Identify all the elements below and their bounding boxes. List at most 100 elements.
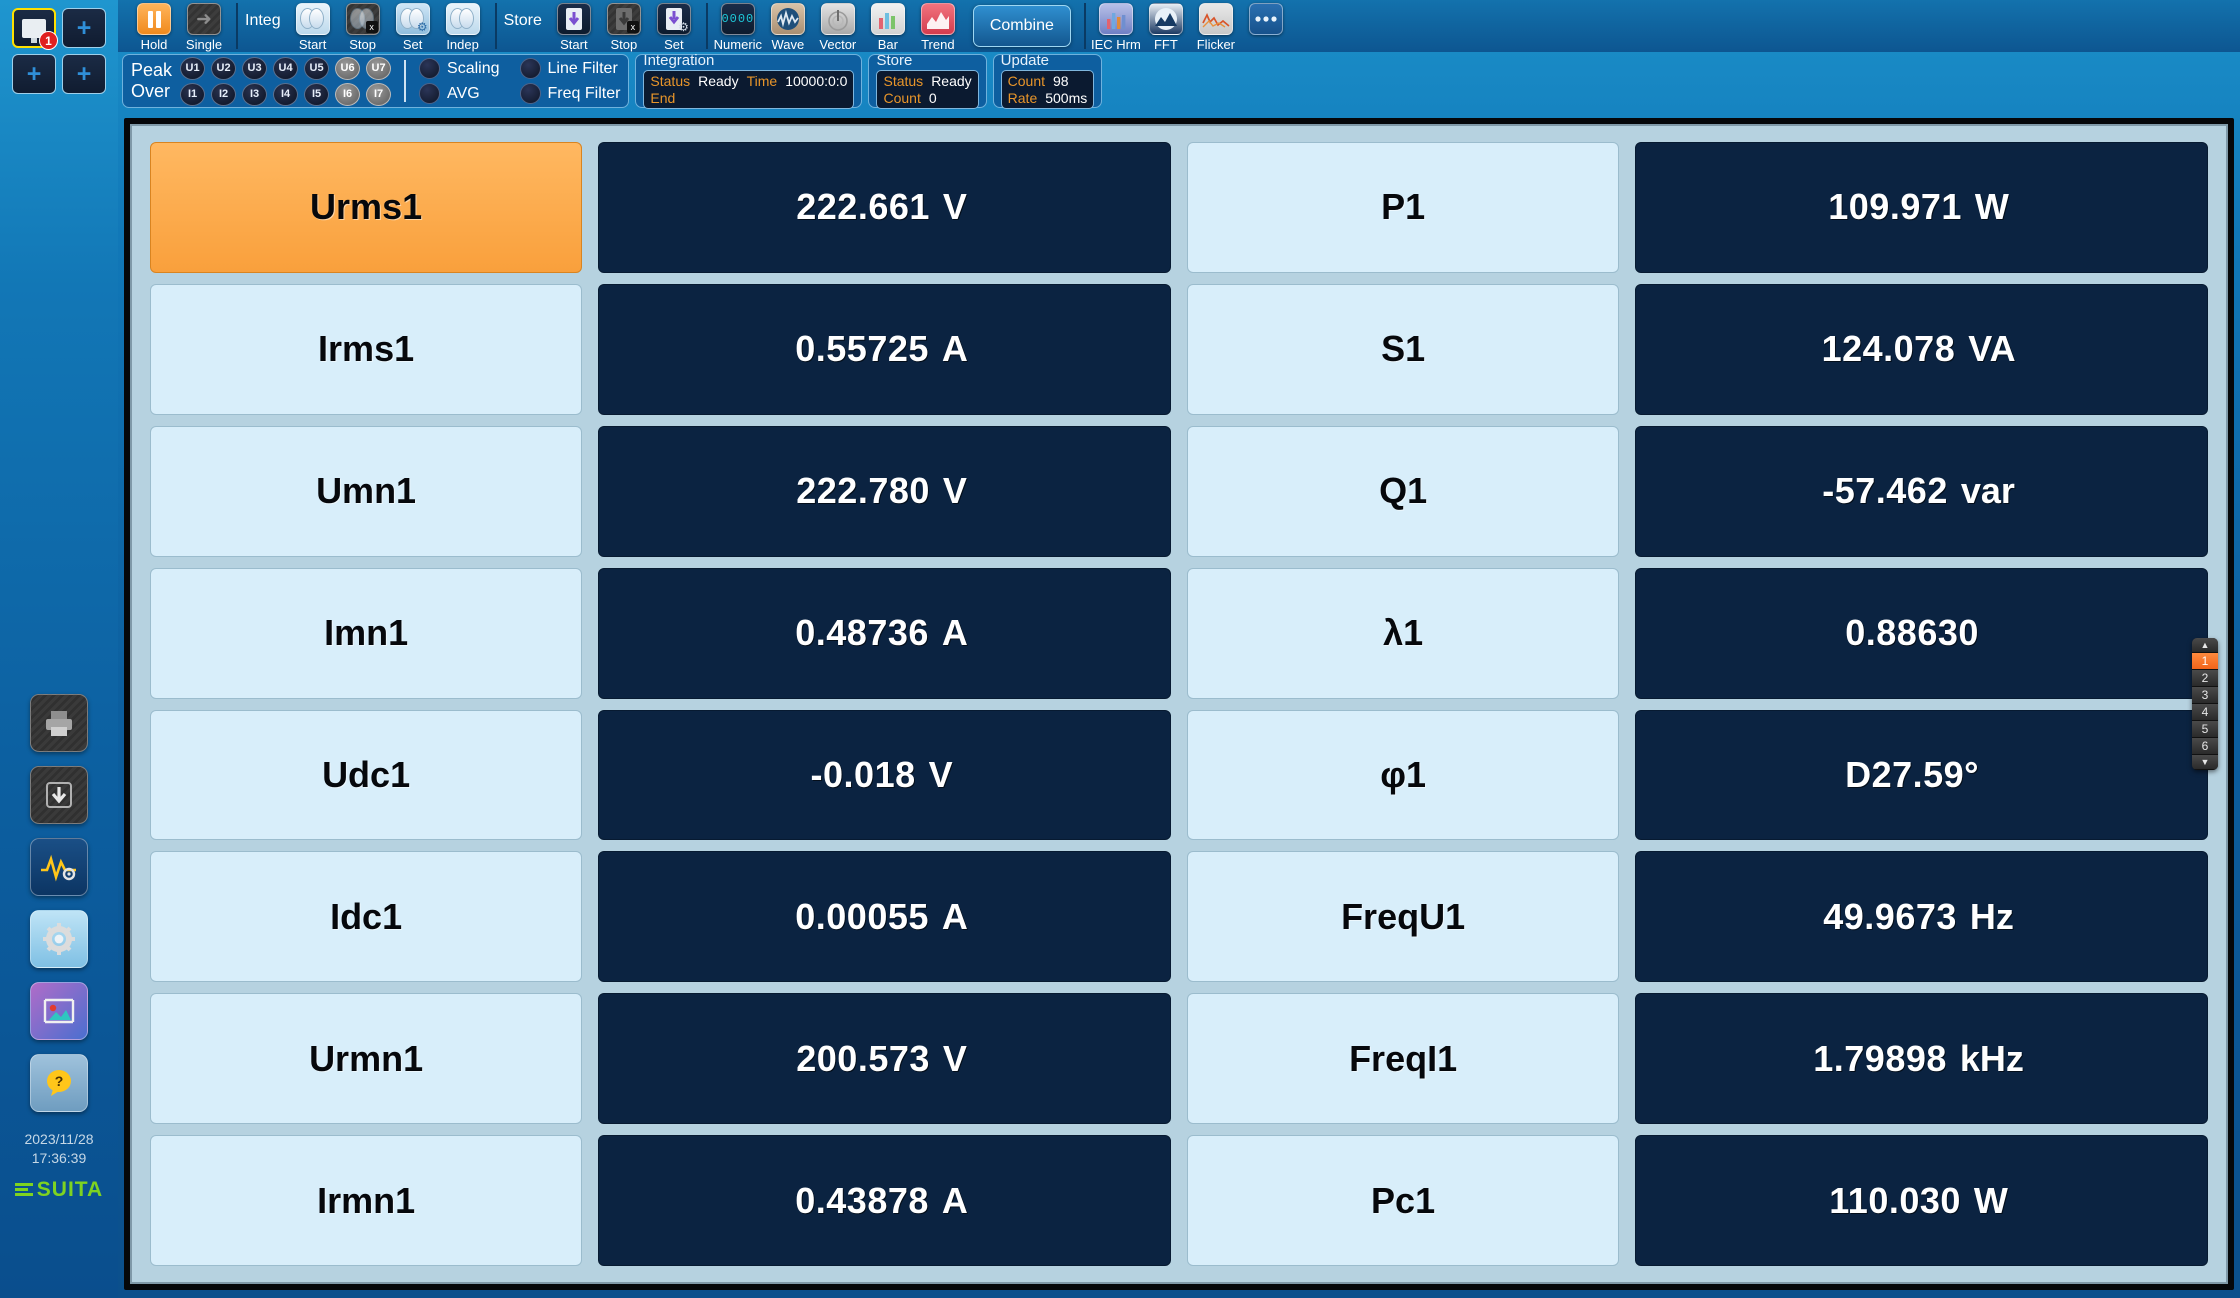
page-button-1[interactable]: 1: [2192, 653, 2218, 670]
store-status-value: Ready: [931, 73, 972, 90]
label-cell-umn1[interactable]: Umn1: [150, 425, 583, 557]
update-rate-row: Rate 500ms: [1008, 90, 1088, 106]
peak-led-u3[interactable]: U3: [242, 56, 268, 80]
peak-led-u7[interactable]: U7: [366, 56, 392, 80]
integration-status-panel[interactable]: Integration Status Ready Time 10000:0:0 …: [635, 52, 863, 110]
wave-view-button[interactable]: Wave: [766, 0, 810, 52]
peak-led-i5[interactable]: I5: [304, 82, 330, 106]
value-cell-irms1[interactable]: 0.55725 A: [598, 283, 1171, 415]
page-button-3[interactable]: 3: [2192, 687, 2218, 704]
value-cell-idc1[interactable]: 0.00055 A: [598, 851, 1171, 983]
window-tile-2[interactable]: +: [62, 8, 106, 48]
fft-icon: [1148, 3, 1183, 35]
label-cell-p1[interactable]: P1: [1187, 142, 1620, 273]
label-cell-irms1[interactable]: Irms1: [150, 283, 583, 415]
numeric-view-button[interactable]: 0000 Numeric: [714, 0, 762, 52]
label-cell-imn1[interactable]: Imn1: [150, 567, 583, 699]
integ-stop-label: Stop: [349, 37, 376, 52]
peak-led-u1[interactable]: U1: [180, 56, 206, 80]
combine-button[interactable]: Combine: [972, 5, 1071, 47]
vector-view-button[interactable]: Vector: [816, 0, 860, 52]
integ-set-button[interactable]: ⚙ Set: [391, 0, 435, 52]
peak-led-u6[interactable]: U6: [335, 56, 361, 80]
label-cell-pc1[interactable]: Pc1: [1187, 1135, 1620, 1266]
label-cell-lambda1[interactable]: λ1: [1187, 567, 1620, 699]
label-cell-idc1[interactable]: Idc1: [150, 851, 583, 983]
peak-led-u2[interactable]: U2: [211, 56, 237, 80]
value-cell-irmn1[interactable]: 0.43878 A: [598, 1135, 1171, 1266]
value-cell-umn1[interactable]: 222.780 V: [598, 425, 1171, 557]
iec-harmonics-button[interactable]: IEC Hrm: [1091, 0, 1141, 52]
value-number: 0.00055: [795, 895, 929, 937]
single-arrow-icon: ➜: [187, 3, 221, 35]
integ-indep-button[interactable]: Indep: [441, 0, 485, 52]
image-capture-icon[interactable]: [30, 982, 88, 1040]
gear-icon[interactable]: [30, 910, 88, 968]
page-button-4[interactable]: 4: [2192, 704, 2218, 721]
label-cell-phi1[interactable]: φ1: [1187, 709, 1620, 841]
peak-led-i2[interactable]: I2: [211, 82, 237, 106]
page-button-2[interactable]: 2: [2192, 670, 2218, 687]
value-cell-q1[interactable]: -57.462 var: [1635, 425, 2208, 557]
value-cell-urms1[interactable]: 222.661 V: [598, 142, 1171, 273]
label-cell-q1[interactable]: Q1: [1187, 425, 1620, 557]
label-cell-udc1[interactable]: Udc1: [150, 709, 583, 841]
value-cell-urmn1[interactable]: 200.573 V: [598, 993, 1171, 1125]
value-cell-frequ1[interactable]: 49.9673 Hz: [1635, 851, 2208, 983]
print-icon[interactable]: [30, 694, 88, 752]
integ-start-button[interactable]: Start: [291, 0, 335, 52]
label-cell-s1[interactable]: S1: [1187, 283, 1620, 415]
peak-led-u5[interactable]: U5: [304, 56, 330, 80]
label-cell-freqi1[interactable]: FreqI1: [1187, 993, 1620, 1125]
value-cell-p1[interactable]: 109.971 W: [1635, 142, 2208, 273]
store-status-panel[interactable]: Store Status Ready Count 0: [868, 52, 987, 110]
value-cell-s1[interactable]: 124.078 VA: [1635, 283, 2208, 415]
content-wrapper: Urms1 Irms1 Umn1 Imn1 Udc1 Idc1 Urmn1 Ir…: [118, 114, 2240, 1298]
save-icon[interactable]: [30, 766, 88, 824]
waveform-settings-icon[interactable]: [30, 838, 88, 896]
window-tile-1[interactable]: 1: [12, 8, 58, 50]
label-cell-irmn1[interactable]: Irmn1: [150, 1135, 583, 1266]
update-status-panel[interactable]: Update Count 98 Rate 500ms: [992, 52, 1103, 110]
single-button[interactable]: ➜ Single: [182, 0, 226, 52]
store-group-label: Store: [503, 12, 542, 29]
store-stop-button[interactable]: x Stop: [602, 0, 646, 52]
integ-stop-button[interactable]: x Stop: [341, 0, 385, 52]
flicker-button[interactable]: Flicker: [1194, 0, 1238, 52]
window-tile-3[interactable]: +: [12, 54, 56, 94]
value-unit: W: [1974, 186, 2009, 228]
peak-led-i3[interactable]: I3: [242, 82, 268, 106]
peak-led-i1[interactable]: I1: [180, 82, 206, 106]
trend-view-button[interactable]: Trend: [916, 0, 960, 52]
window-tile-4[interactable]: +: [62, 54, 106, 94]
store-set-button[interactable]: ⚙ Set: [652, 0, 696, 52]
hold-button[interactable]: Hold: [132, 0, 176, 52]
update-count-value: 98: [1053, 73, 1069, 90]
bar-view-button[interactable]: Bar: [866, 0, 910, 52]
label-cell-urmn1[interactable]: Urmn1: [150, 993, 583, 1125]
peak-led-i4[interactable]: I4: [273, 82, 299, 106]
store-start-button[interactable]: Start: [552, 0, 596, 52]
page-button-6[interactable]: 6: [2192, 738, 2218, 755]
value-cell-imn1[interactable]: 0.48736 A: [598, 567, 1171, 699]
peak-led-i7[interactable]: I7: [366, 82, 392, 106]
label-cell-frequ1[interactable]: FreqU1: [1187, 851, 1620, 983]
value-cell-freqi1[interactable]: 1.79898 kHz: [1635, 993, 2208, 1125]
line-filter-toggle[interactable]: Line Filter: [519, 58, 621, 79]
help-icon[interactable]: ?: [30, 1054, 88, 1112]
fft-button[interactable]: FFT: [1144, 0, 1188, 52]
peak-led-i6[interactable]: I6: [335, 82, 361, 106]
page-button-5[interactable]: 5: [2192, 721, 2218, 738]
freq-filter-toggle[interactable]: Freq Filter: [519, 83, 620, 104]
more-options-button[interactable]: [1244, 0, 1288, 52]
page-down-button[interactable]: ▼: [2192, 755, 2218, 770]
value-cell-udc1[interactable]: -0.018 V: [598, 709, 1171, 841]
value-cell-pc1[interactable]: 110.030 W: [1635, 1135, 2208, 1266]
label-cell-urms1[interactable]: Urms1: [150, 142, 583, 273]
page-up-button[interactable]: ▲: [2192, 638, 2218, 653]
avg-toggle[interactable]: AVG: [419, 83, 499, 104]
value-cell-lambda1[interactable]: 0.88630: [1635, 567, 2208, 699]
peak-led-u4[interactable]: U4: [273, 56, 299, 80]
value-cell-phi1[interactable]: D27.59°: [1635, 709, 2208, 841]
scaling-toggle[interactable]: Scaling: [419, 58, 500, 79]
